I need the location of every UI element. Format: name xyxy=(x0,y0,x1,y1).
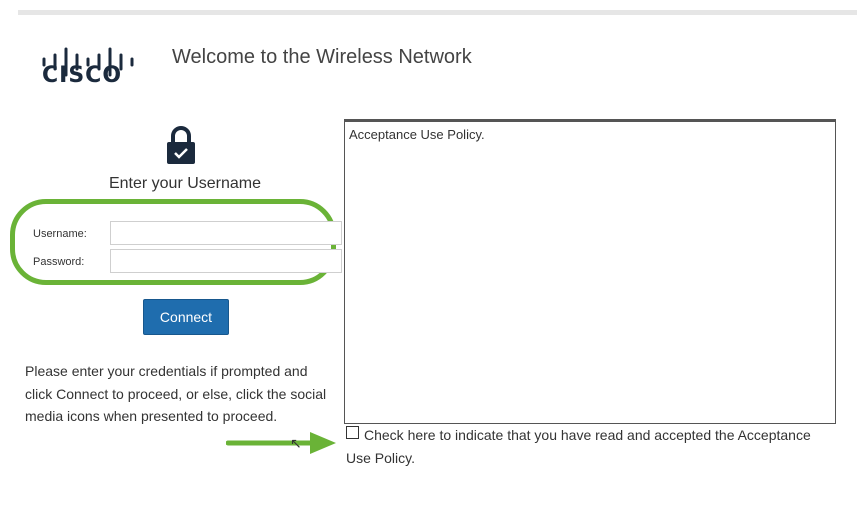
cisco-logo-text: CISCO xyxy=(42,63,123,88)
login-heading: Enter your Username xyxy=(108,175,262,192)
acceptance-policy-box[interactable]: Acceptance Use Policy. xyxy=(344,119,836,424)
connect-button[interactable]: Connect xyxy=(143,299,229,335)
username-input[interactable] xyxy=(110,221,342,245)
accept-policy-label[interactable]: Check here to indicate that you have rea… xyxy=(346,424,826,470)
mouse-cursor-icon: ↖ xyxy=(290,436,302,452)
top-divider xyxy=(18,10,857,15)
login-instructions: Please enter your credentials if prompte… xyxy=(25,363,327,424)
lock-icon xyxy=(167,126,195,164)
password-input[interactable] xyxy=(110,249,342,273)
username-label: Username: xyxy=(33,228,87,240)
policy-text: Acceptance Use Policy. xyxy=(349,127,485,142)
password-label: Password: xyxy=(33,256,85,268)
arrow-right-icon xyxy=(226,432,336,454)
page-title: Welcome to the Wireless Network xyxy=(172,46,472,68)
